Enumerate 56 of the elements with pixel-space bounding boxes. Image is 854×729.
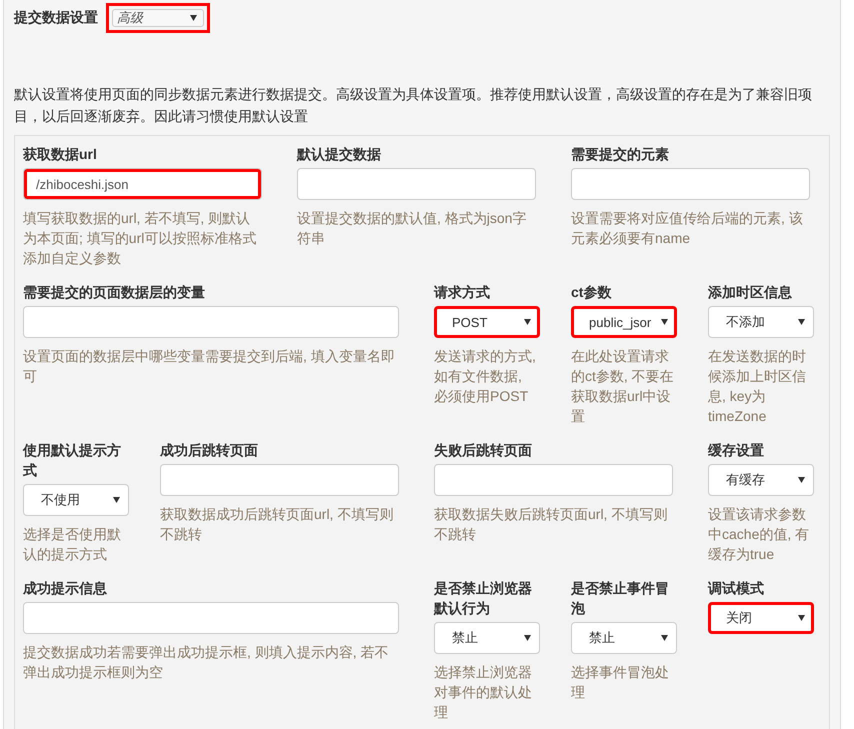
help-text: 选择是否使用默认的提示方式 [23,525,122,564]
dropdown[interactable]: 禁止 [434,622,540,654]
dropdown[interactable]: 不添加 [708,306,814,338]
field-label: 调试模式 [708,579,765,598]
caret-icon [661,635,668,641]
help-text: 提交数据成功若需要弹出成功提示框, 则填入提示内容, 若不弹出成功提示框则为空 [23,643,390,682]
input-field[interactable] [23,306,399,338]
caret-icon [524,319,531,325]
field-label: 缓存设置 [708,441,765,460]
help-text: 获取数据失败后跳转页面url, 不填写则不跳转 [434,505,668,544]
field-label: 是否禁止事件冒泡 [571,579,670,618]
help-text: 在此处设置请求的ct参数, 不要在获取数据url中设置 [571,347,675,426]
help-text: 设置页面的数据层中哪些变量需要提交到后端, 填入变量名即可 [23,347,396,386]
dropdown[interactable]: 禁止 [571,622,677,654]
input-field[interactable] [23,602,399,634]
field-label: 成功提示信息 [23,579,108,598]
input-field[interactable] [434,464,673,496]
dropdown[interactable]: 不使用 [23,484,129,516]
help-text: 发送请求的方式, 如有文件数据, 必须使用POST [434,347,537,406]
description-text: 默认设置将使用页面的同步数据元素进行数据提交。高级设置为具体设置项。推荐使用默认设置，高级设置的存在是为了兼容旧项目，以后回逐渐废弃。因此请习惯使用默认设置 [14,85,813,126]
dropdown[interactable]: POST [434,306,540,338]
field-label: 默认提交数据 [297,145,382,164]
input-field[interactable] [297,168,536,200]
input-field[interactable]: /zhiboceshi.json [23,168,262,200]
help-text: 获取数据成功后跳转页面url, 不填写则不跳转 [160,505,394,544]
help-text: 填写获取数据的url, 若不填写, 则默认为本页面; 填写的url可以按照标准格式添加自定义参数 [23,209,258,268]
dropdown[interactable]: 有缓存 [708,464,814,496]
caret-icon [798,319,805,325]
field-label: 是否禁止浏览器默认行为 [434,579,533,618]
help-text: 选择禁止浏览器对事件的默认处理 [434,663,533,722]
input-field[interactable] [160,464,399,496]
help-text: 设置需要将对应值传给后端的元素, 该元素必须要有name [571,209,804,248]
caret-icon [190,15,197,21]
dropdown[interactable]: public_jsor [571,306,677,338]
field-label: 需要提交的元素 [571,145,670,164]
help-text: 选择事件冒泡处理 [571,663,670,702]
field-label: 失败后跳转页面 [434,441,533,460]
caret-icon [524,635,531,641]
field-label: 添加时区信息 [708,283,793,302]
field-label: 需要提交的页面数据层的变量 [23,283,206,302]
field-label: 获取数据url [23,145,98,164]
caret-icon [798,477,805,483]
field-label: 请求方式 [434,283,491,302]
caret-icon [113,497,120,503]
help-text: 设置提交数据的默认值, 格式为json字符串 [297,209,528,248]
help-text: 设置该请求参数中cache的值, 有缓存为true [708,505,810,564]
caret-icon [661,319,668,325]
section-label: 提交数据设置 [14,9,98,27]
field-label: 使用默认提示方式 [23,441,122,480]
dropdown[interactable]: 关闭 [708,602,814,634]
mode-select[interactable]: 高级 [112,9,204,27]
field-label: ct参数 [571,283,612,302]
caret-icon [798,615,805,621]
input-field[interactable] [571,168,810,200]
help-text: 在发送数据的时候添加上时区信息, key为timeZone [708,347,807,426]
field-label: 成功后跳转页面 [160,441,259,460]
